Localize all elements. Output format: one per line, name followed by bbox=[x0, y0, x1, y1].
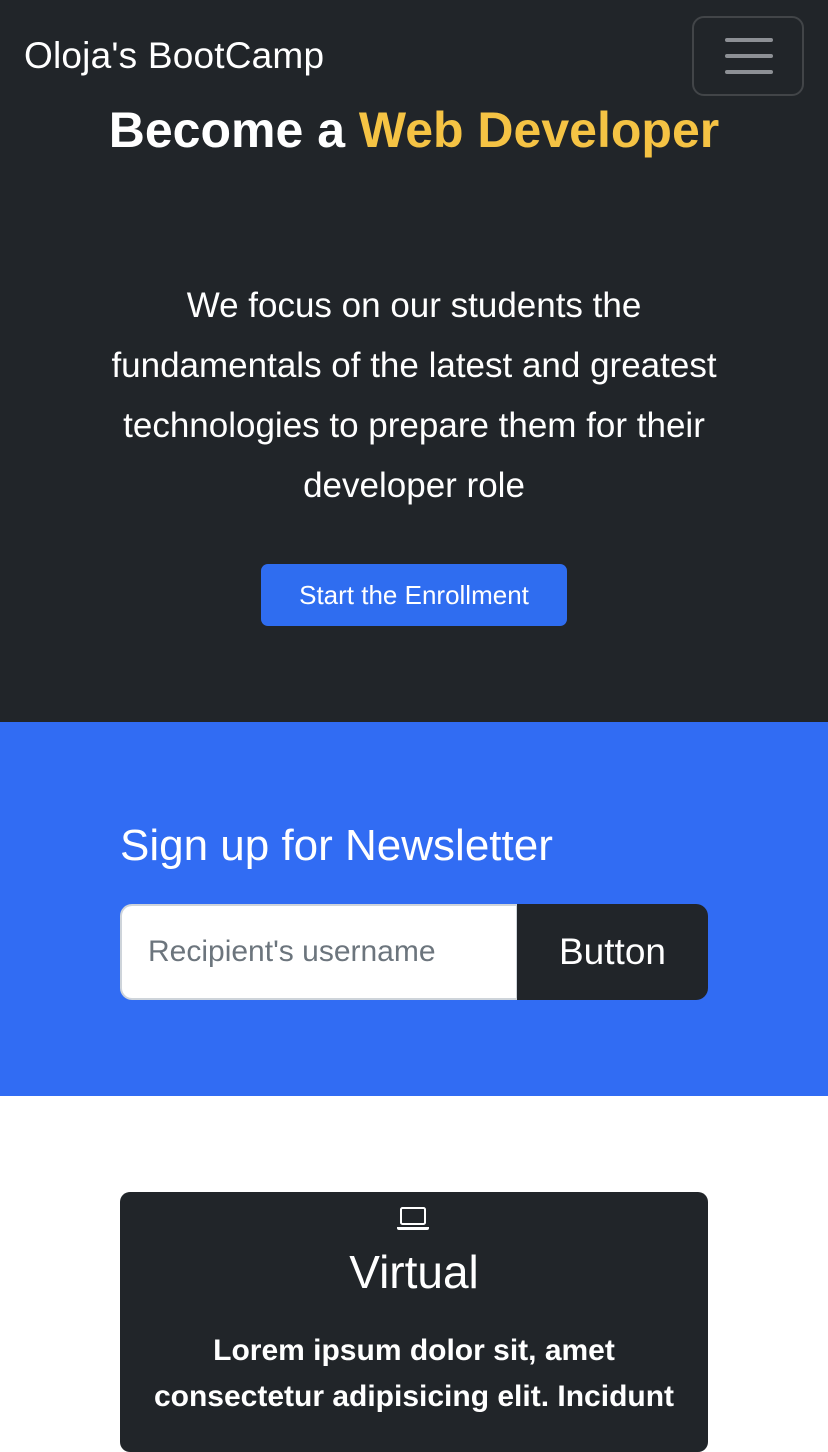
hero-title-accent: Web Developer bbox=[358, 102, 720, 158]
newsletter-input-group: Button bbox=[120, 904, 708, 1000]
hero-title: Become a Web Developer bbox=[0, 98, 828, 162]
card-text: Lorem ipsum dolor sit, amet consectetur … bbox=[153, 1334, 675, 1413]
laptop-icon bbox=[396, 1206, 430, 1232]
hero-lead-text: We focus on our students the fundamental… bbox=[111, 286, 717, 505]
start-enrollment-button[interactable]: Start the Enrollment bbox=[261, 564, 567, 626]
newsletter-submit-button[interactable]: Button bbox=[517, 904, 708, 1000]
newsletter-username-input[interactable] bbox=[120, 904, 518, 1000]
hero-section: Oloja's BootCamp Become a Web Developer … bbox=[0, 0, 828, 722]
navbar-brand[interactable]: Oloja's BootCamp bbox=[24, 34, 324, 78]
hero-title-lead: Become a bbox=[108, 102, 345, 158]
card-virtual: Virtual Lorem ipsum dolor sit, amet cons… bbox=[120, 1192, 708, 1452]
navbar-toggler-button[interactable] bbox=[692, 16, 804, 96]
newsletter-section: Sign up for Newsletter Button bbox=[0, 722, 828, 1096]
card-title: Virtual bbox=[349, 1246, 479, 1298]
newsletter-title: Sign up for Newsletter bbox=[120, 821, 553, 870]
